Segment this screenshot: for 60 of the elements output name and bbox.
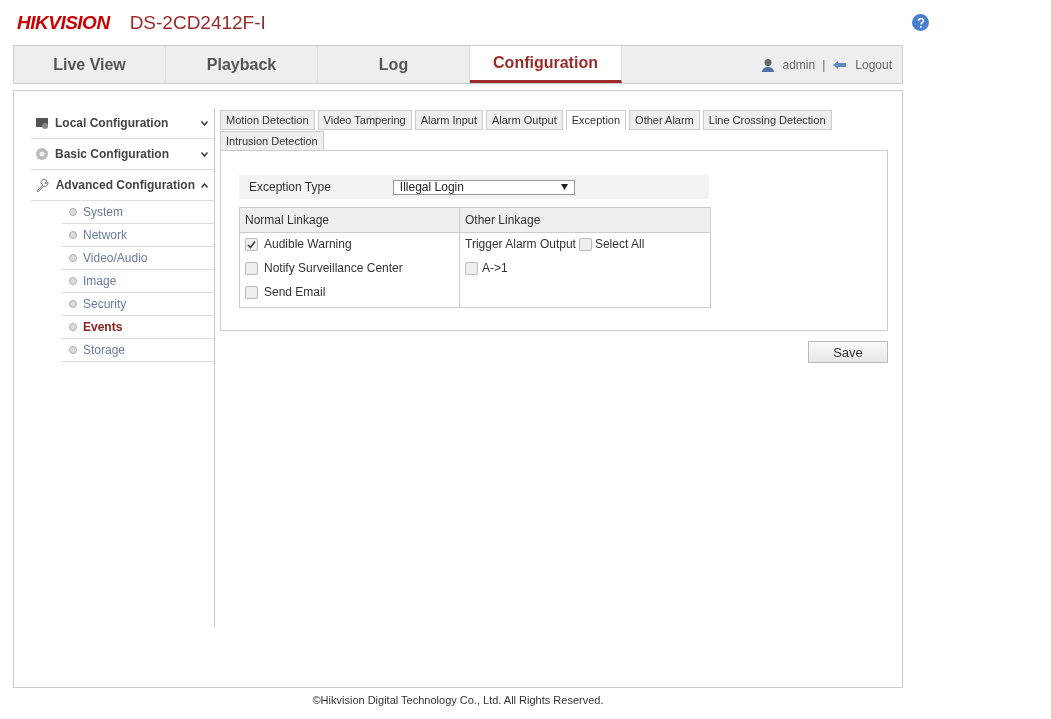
checkbox[interactable]	[245, 261, 258, 275]
tab[interactable]: Line Crossing Detection	[702, 110, 832, 130]
column-header: Other Linkage	[460, 208, 710, 233]
checkbox[interactable]	[245, 285, 258, 299]
brand-logo: HIKVISION	[17, 11, 110, 34]
dropdown-arrow-icon	[560, 184, 568, 190]
user-icon	[761, 57, 776, 72]
checkbox-label: Audible Warning	[264, 237, 352, 251]
tab[interactable]: Alarm Output	[485, 110, 563, 130]
tab[interactable]: Other Alarm	[629, 110, 700, 130]
sidebar-item[interactable]: Storage	[61, 339, 214, 362]
sidebar-item[interactable]: System	[61, 201, 214, 224]
checkbox-label: Select All	[594, 237, 645, 251]
bullet-icon	[69, 277, 77, 285]
sidebar-item[interactable]: Events	[61, 316, 214, 339]
username: admin	[782, 57, 816, 72]
tab[interactable]: Intrusion Detection	[220, 131, 324, 151]
sidebar-item[interactable]: Image	[61, 270, 214, 293]
bullet-icon	[69, 231, 77, 239]
logout-link[interactable]: Logout	[855, 57, 892, 72]
sidebar-item[interactable]: Video/Audio	[61, 247, 214, 270]
nav-tab[interactable]: Playback	[166, 46, 318, 83]
exception-type-select[interactable]: Illegal Login	[392, 179, 575, 195]
bullet-icon	[69, 346, 77, 354]
nav-tab[interactable]: Configuration	[470, 46, 622, 83]
column-header: Normal Linkage	[240, 208, 460, 233]
sidebar-item[interactable]: Security	[61, 293, 214, 316]
tab[interactable]: Motion Detection	[220, 110, 315, 130]
checkbox-label: Notify Surveillance Center	[264, 261, 403, 275]
help-icon[interactable]	[912, 14, 929, 31]
checkbox-label: Send Email	[264, 285, 326, 299]
checkbox[interactable]	[578, 237, 592, 251]
bullet-icon	[69, 300, 77, 308]
save-button[interactable]: Save	[808, 341, 888, 363]
sidebar-group[interactable]: Basic Configuration	[31, 139, 214, 170]
tab[interactable]: Alarm Input	[414, 110, 483, 130]
bullet-icon	[69, 208, 77, 216]
tab[interactable]: Exception	[565, 110, 627, 130]
caret-icon	[201, 120, 208, 126]
caret-icon	[201, 151, 208, 157]
nav-tab[interactable]: Live View	[14, 46, 166, 83]
bullet-icon	[69, 323, 77, 331]
gear-icon	[35, 147, 49, 161]
logout-icon	[832, 58, 849, 71]
model-name: DS-2CD2412F-I	[129, 11, 266, 34]
trigger-label: Trigger Alarm Output	[465, 237, 576, 251]
bullet-icon	[69, 254, 77, 262]
checkbox[interactable]	[245, 237, 258, 251]
separator: |	[822, 57, 826, 72]
field-label: Exception Type	[249, 180, 331, 194]
wrench-icon	[35, 177, 50, 193]
sidebar-group[interactable]: Local Configuration	[31, 108, 214, 139]
sidebar-group[interactable]: Advanced Configuration	[31, 170, 214, 201]
monitor-gear-icon	[35, 116, 49, 130]
sidebar-item[interactable]: Network	[61, 224, 214, 247]
checkbox[interactable]	[465, 261, 478, 275]
tab[interactable]: Video Tampering	[317, 110, 412, 130]
caret-icon	[201, 182, 208, 188]
checkbox-label: A->1	[482, 261, 508, 275]
copyright-text: ©Hikvision Digital Technology Co., Ltd. All Rights Reserved.	[311, 694, 605, 706]
